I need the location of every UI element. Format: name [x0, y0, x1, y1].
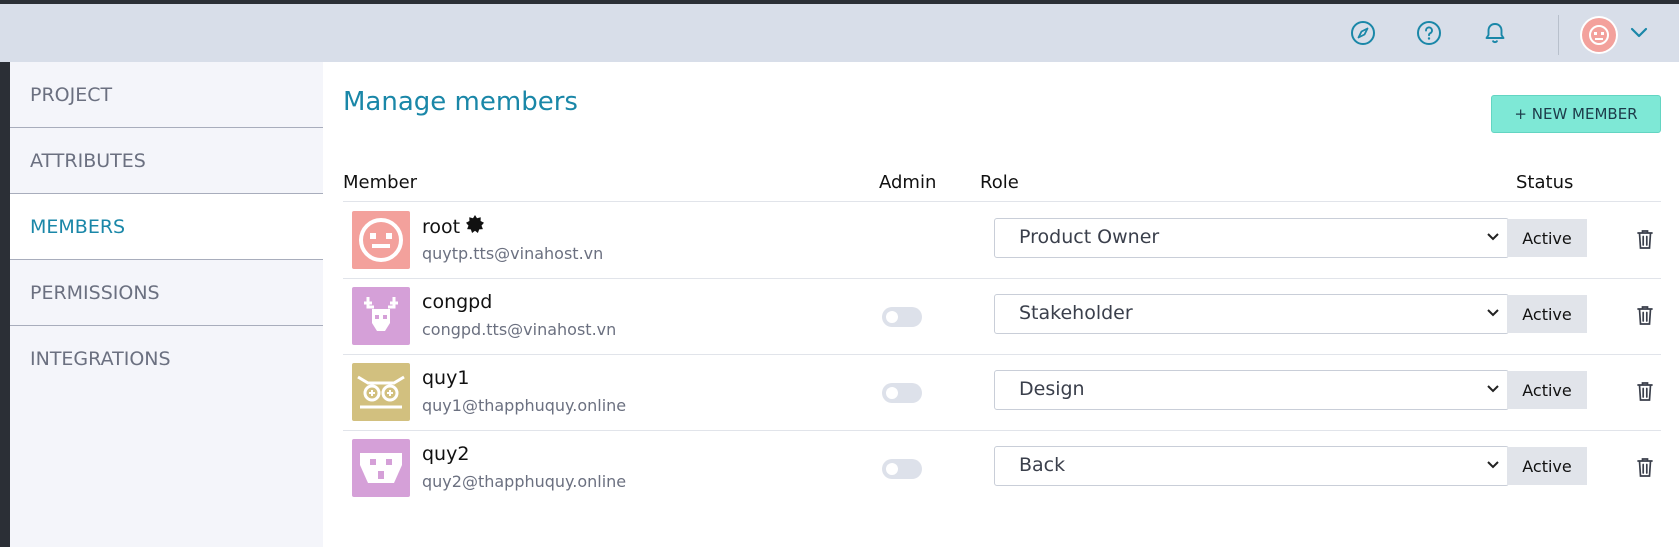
status-button[interactable]: Active: [1507, 295, 1587, 333]
sidebar-item-permissions[interactable]: PERMISSIONS: [10, 260, 323, 326]
page-title: Manage members: [343, 87, 578, 117]
role-select[interactable]: Design: [994, 370, 1509, 410]
header-divider: [1558, 15, 1559, 55]
member-email: quy2@thapphuquy.online: [422, 472, 627, 491]
sidebar-item-members[interactable]: MEMBERS: [10, 194, 323, 260]
member-name: quy1: [422, 367, 470, 389]
member-name: root: [422, 215, 485, 238]
role-select-value: Product Owner: [1019, 226, 1160, 248]
member-email: quy1@thapphuquy.online: [422, 396, 627, 415]
admin-toggle[interactable]: [882, 459, 922, 479]
trash-icon[interactable]: [1635, 380, 1655, 402]
chevron-down-icon: [1487, 309, 1499, 317]
left-edge-bar: [0, 62, 10, 547]
bell-icon[interactable]: [1480, 18, 1510, 48]
trash-icon[interactable]: [1635, 304, 1655, 326]
sidebar-item-project[interactable]: PROJECT: [10, 62, 323, 128]
role-select-value: Back: [1019, 454, 1066, 476]
avatar: [352, 211, 410, 269]
compass-icon[interactable]: [1348, 18, 1378, 48]
role-select[interactable]: Product Owner: [994, 218, 1509, 258]
admin-toggle[interactable]: [882, 383, 922, 403]
sidebar-item-integrations[interactable]: INTEGRATIONS: [10, 326, 323, 392]
new-member-button[interactable]: + NEW MEMBER: [1491, 95, 1661, 133]
main-content: Manage members + NEW MEMBER Member Admin…: [323, 62, 1679, 547]
status-button[interactable]: Active: [1507, 447, 1587, 485]
sidebar-item-attributes[interactable]: ATTRIBUTES: [10, 128, 323, 194]
user-avatar[interactable]: [1580, 16, 1618, 54]
trash-icon[interactable]: [1635, 228, 1655, 250]
chevron-down-icon[interactable]: [1624, 18, 1654, 48]
column-header-member: Member: [343, 172, 418, 193]
role-select[interactable]: Back: [994, 446, 1509, 486]
status-button[interactable]: Active: [1507, 219, 1587, 257]
role-select-value: Design: [1019, 378, 1085, 400]
column-header-status: Status: [1516, 172, 1574, 193]
role-select-value: Stakeholder: [1019, 302, 1133, 324]
column-header-role: Role: [980, 172, 1019, 193]
chevron-down-icon: [1487, 461, 1499, 469]
trash-icon[interactable]: [1635, 456, 1655, 478]
admin-toggle[interactable]: [882, 307, 922, 327]
settings-sidebar: PROJECT ATTRIBUTES MEMBERS PERMISSIONS I…: [10, 62, 323, 547]
member-name: quy2: [422, 443, 470, 465]
member-email: quytp.tts@vinahost.vn: [422, 244, 604, 263]
role-select[interactable]: Stakeholder: [994, 294, 1509, 334]
table-row: root quytp.tts@vinahost.vn Product Owner…: [343, 202, 1661, 278]
avatar: [352, 287, 410, 345]
member-email: congpd.tts@vinahost.vn: [422, 320, 617, 339]
column-header-admin: Admin: [879, 172, 937, 193]
status-button[interactable]: Active: [1507, 371, 1587, 409]
member-name: congpd: [422, 291, 493, 313]
top-header: [0, 4, 1679, 62]
owner-badge-icon: [466, 215, 485, 238]
avatar: [352, 363, 410, 421]
chevron-down-icon: [1487, 233, 1499, 241]
chevron-down-icon: [1487, 385, 1499, 393]
table-row: quy1 quy1@thapphuquy.online Design Activ…: [343, 354, 1661, 430]
table-row: quy2 quy2@thapphuquy.online Back Active: [343, 430, 1661, 506]
avatar: [352, 439, 410, 497]
table-row: congpd congpd.tts@vinahost.vn Stakeholde…: [343, 278, 1661, 354]
member-name-text: root: [422, 215, 461, 238]
help-icon[interactable]: [1414, 18, 1444, 48]
